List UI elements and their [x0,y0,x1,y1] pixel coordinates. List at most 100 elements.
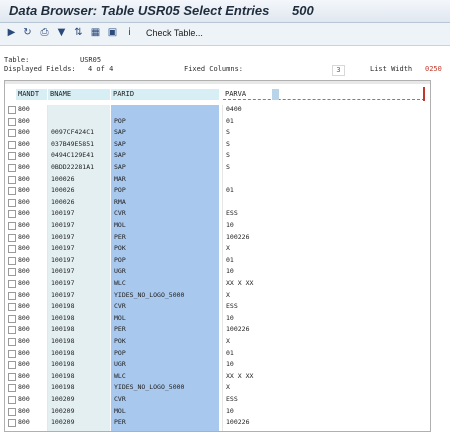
col-header-parid[interactable]: PARID [111,89,219,100]
window-title: Data Browser: Table USR05 Select Entries [9,3,270,18]
cell-mandt: 800 [18,139,30,148]
table-row[interactable]: 800 0BDD22281A1 SAP S [5,163,430,172]
cell-parid: WLC [114,371,126,380]
cell-mandt: 800 [18,348,30,357]
row-select-checkbox[interactable] [8,198,16,207]
cell-parva: 01 [226,255,234,264]
table-row[interactable]: 800 100197 MOL 10 [5,221,430,230]
cell-parva: 100226 [226,232,250,241]
fixed-columns-input[interactable]: 3 [332,65,345,76]
col-header-bname[interactable]: BNAME [48,89,110,100]
table-row[interactable]: 800 100198 UGR 10 [5,360,430,370]
cell-bname: 100197 [51,267,75,276]
title-bar: Data Browser: Table USR05 Select Entries… [0,0,450,23]
table-row[interactable]: 800 100197 WLC XX X XX [5,279,430,288]
cell-mandt: 800 [18,290,30,299]
cell-parid: POK [114,244,126,253]
table-row[interactable]: 800 100197 UGR 10 [5,267,430,277]
row-select-checkbox[interactable] [8,187,16,196]
col-header-parva[interactable]: PARVA [223,89,425,100]
row-select-checkbox[interactable] [8,222,16,230]
row-select-checkbox[interactable] [8,349,16,358]
row-select-checkbox[interactable] [8,256,16,265]
table-row[interactable]: 800 037B49E5851 SAP S [5,140,430,149]
row-select-checkbox[interactable] [8,152,16,161]
row-select-checkbox[interactable] [8,372,16,381]
row-select-checkbox[interactable] [8,106,16,114]
filter-icon[interactable]: ▼ [56,27,67,39]
row-select-checkbox[interactable] [8,291,16,300]
table-row[interactable]: 800 100026 MAR [5,175,430,184]
row-select-checkbox[interactable] [8,117,16,126]
row-select-checkbox[interactable] [8,245,16,254]
cell-mandt: 800 [18,371,30,380]
layout-icon[interactable]: ▦ [90,27,101,39]
col-header-mandt[interactable]: MANDT [16,89,47,100]
table-row[interactable]: 800 100198 CVR ESS [5,302,430,312]
cell-bname: 100197 [51,255,75,264]
table-row[interactable]: 800 100197 CVR ESS [5,209,430,219]
cell-mandt: 800 [18,360,30,369]
row-select-checkbox[interactable] [8,314,16,323]
row-select-checkbox[interactable] [8,164,16,172]
table-row[interactable]: 800 100209 CVR ESS [5,395,430,404]
row-select-checkbox[interactable] [8,361,16,370]
cell-parva: 01 [226,348,234,357]
table-row[interactable]: 800 0097CF424C1 SAP S [5,128,430,138]
cell-mandt: 800 [18,116,30,125]
table-row[interactable]: 800 100026 POP 01 [5,186,430,196]
cell-parva: 10 [226,221,234,229]
table-row[interactable]: 800 100197 PER 100226 [5,233,430,242]
cell-parva: XX X XX [226,279,254,287]
column-selection-handle[interactable] [272,89,279,100]
cell-mandt: 800 [18,151,30,160]
table-row[interactable]: 800 100197 POP 01 [5,256,430,265]
table-row[interactable]: 800 100198 MOL 10 [5,314,430,323]
table-row[interactable]: 800 100026 RMA [5,198,430,207]
print-icon[interactable]: ⎙ [39,27,50,39]
table-row[interactable]: 800 100197 POK X [5,244,430,254]
table-row[interactable]: 800 100198 POK X [5,337,430,346]
row-select-checkbox[interactable] [8,396,16,404]
row-select-checkbox[interactable] [8,303,16,312]
export-icon[interactable]: ▣ [107,27,118,39]
cell-mandt: 800 [18,221,30,229]
cell-parva: ESS [226,209,238,218]
cell-bname: 100026 [51,186,75,195]
info-icon[interactable]: i [124,27,135,39]
row-select-checkbox[interactable] [8,268,16,277]
table-row[interactable]: 800 100198 WLC XX X XX [5,372,430,381]
row-select-checkbox[interactable] [8,175,16,184]
cell-parid: POP [114,255,126,264]
table-row[interactable]: 800 100198 POP 01 [5,349,430,358]
table-row[interactable]: 800 100209 PER 100226 [5,418,430,428]
cell-parid: SAP [114,128,126,137]
row-select-checkbox[interactable] [8,233,16,242]
row-select-checkbox[interactable] [8,384,16,393]
table-row[interactable]: 800 0400 [5,105,430,114]
row-select-checkbox[interactable] [8,140,16,149]
cell-bname: 100198 [51,325,75,334]
sort-icon[interactable]: ⇅ [73,27,84,39]
row-select-checkbox[interactable] [8,326,16,335]
refresh-icon[interactable]: ↻ [22,27,33,39]
check-table-button[interactable]: Check Table... [146,28,203,38]
table-row[interactable]: 800 POP 01 [5,117,430,126]
table-row[interactable]: 800 100209 MOL 10 [5,407,430,416]
cell-bname: 100197 [51,290,75,299]
row-select-checkbox[interactable] [8,407,16,416]
table-row[interactable]: 800 0494C129E41 SAP S [5,151,430,161]
row-select-checkbox[interactable] [8,419,16,428]
row-select-checkbox[interactable] [8,280,16,288]
table-row[interactable]: 800 100198 YIDES_NO_LOGO_5000 X [5,383,430,393]
execute-icon[interactable]: ▶ [6,27,17,39]
cell-parva: 01 [226,116,234,125]
table-row[interactable]: 800 100198 PER 100226 [5,325,430,335]
row-select-checkbox[interactable] [8,338,16,346]
cell-mandt: 800 [18,383,30,392]
cell-bname: 100026 [51,197,75,206]
table-row[interactable]: 800 100197 YIDES_NO_LOGO_5000 X [5,291,430,300]
cell-parid: MOL [114,406,126,415]
row-select-checkbox[interactable] [8,210,16,219]
row-select-checkbox[interactable] [8,129,16,138]
